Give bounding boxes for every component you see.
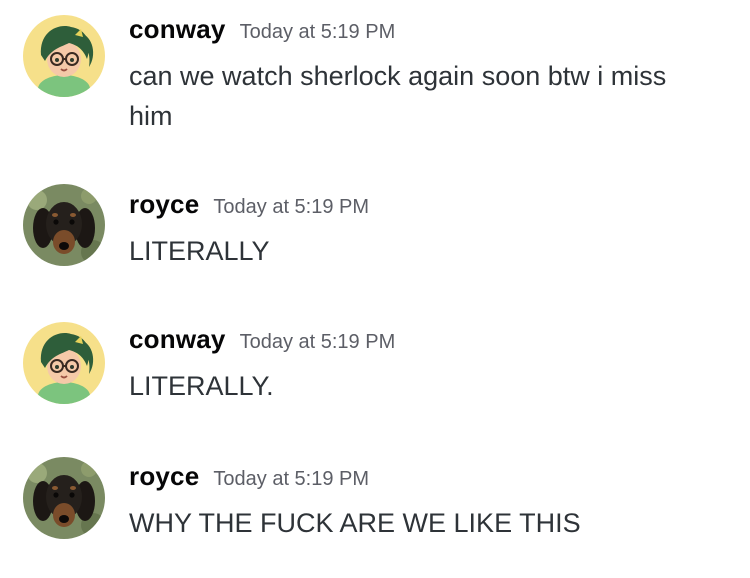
anime-character-avatar-icon[interactable] [23, 15, 105, 97]
chat-message-list: conway Today at 5:19 PM can we watch sher… [0, 0, 750, 578]
dog-avatar-icon[interactable] [23, 184, 105, 266]
message-text: WHY THE FUCK ARE WE LIKE THIS [129, 508, 581, 538]
dog-avatar-icon[interactable] [23, 457, 105, 539]
message-text: LITERALLY [129, 236, 270, 266]
username[interactable]: royce [129, 189, 199, 219]
message-timestamp[interactable]: Today at 5:19 PM [213, 468, 369, 490]
message-timestamp[interactable]: Today at 5:19 PM [213, 196, 369, 218]
chat-message: conway Today at 5:19 PM LITERALLY. [0, 310, 750, 450]
username[interactable]: conway [129, 324, 226, 354]
chat-message: royce Today at 5:19 PM WHY THE FUCK ARE W… [0, 450, 750, 578]
message-header: royce Today at 5:19 PM [129, 189, 369, 220]
chat-message: conway Today at 5:19 PM can we watch sher… [0, 0, 750, 160]
username[interactable]: royce [129, 461, 199, 491]
message-header: conway Today at 5:19 PM [129, 324, 395, 355]
message-header: royce Today at 5:19 PM [129, 461, 369, 492]
message-header: conway Today at 5:19 PM [129, 14, 395, 45]
message-text: can we watch sherlock again soon btw i m… [129, 61, 667, 131]
message-timestamp[interactable]: Today at 5:19 PM [240, 331, 396, 353]
message-text: LITERALLY. [129, 371, 274, 401]
anime-character-avatar-icon[interactable] [23, 322, 105, 404]
message-timestamp[interactable]: Today at 5:19 PM [240, 21, 396, 43]
username[interactable]: conway [129, 14, 226, 44]
chat-message: royce Today at 5:19 PM LITERALLY [0, 160, 750, 310]
